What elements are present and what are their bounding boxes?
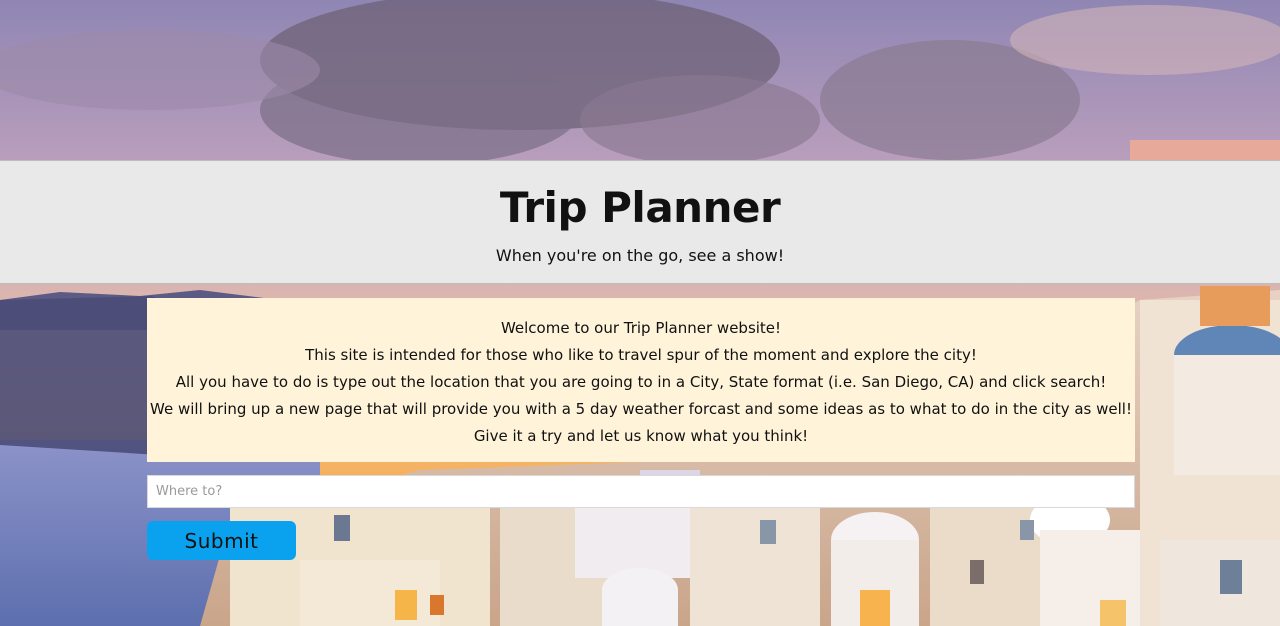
site-header: Trip Planner When you're on the go, see …	[0, 160, 1280, 284]
page-title: Trip Planner	[499, 183, 781, 232]
intro-line-welcome: Welcome to our Trip Planner website!	[500, 319, 782, 337]
submit-button[interactable]: Submit	[147, 521, 296, 560]
intro-line-instructions: All you have to do is type out the locat…	[175, 373, 1107, 391]
intro-line-results: We will bring up a new page that will pr…	[150, 400, 1132, 445]
intro-panel: Welcome to our Trip Planner website! Thi…	[147, 298, 1135, 462]
page-subtitle: When you're on the go, see a show!	[495, 246, 785, 265]
intro-line-purpose: This site is intended for those who like…	[305, 346, 977, 364]
destination-search-input[interactable]	[147, 475, 1135, 508]
